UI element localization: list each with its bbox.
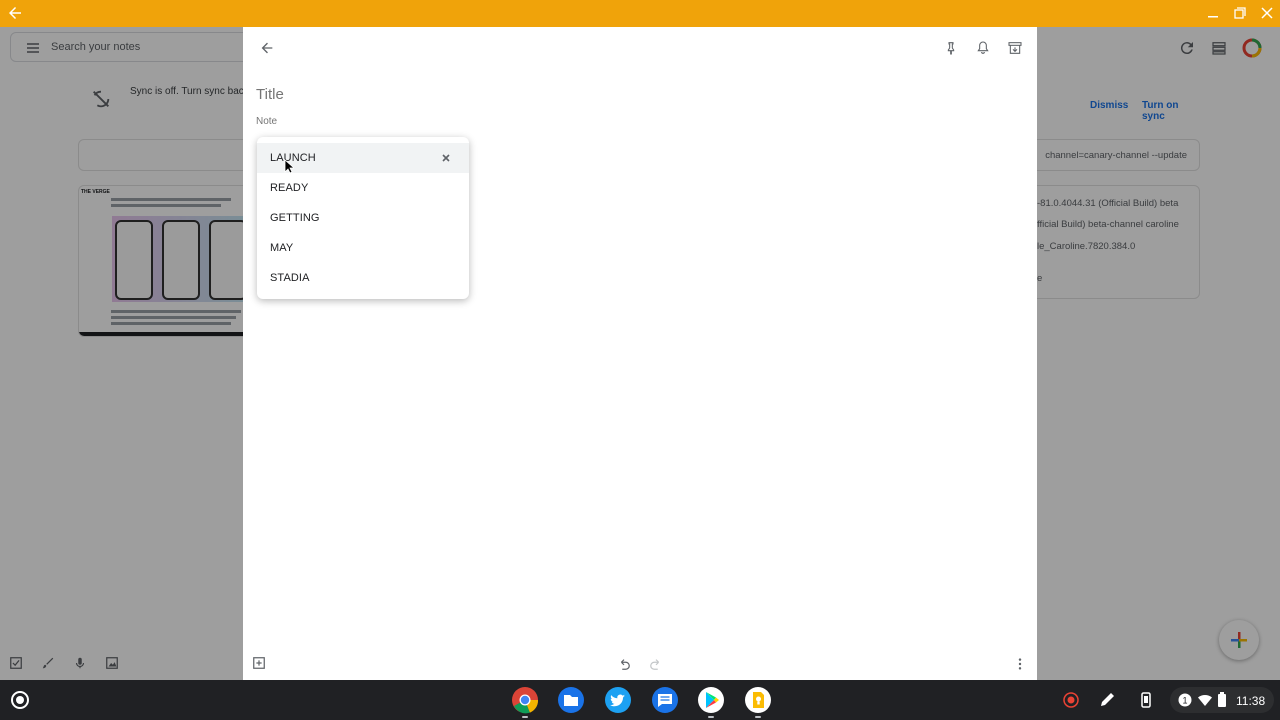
note-editor	[243, 27, 1037, 680]
suggestion-item[interactable]: GETTING	[257, 203, 469, 233]
add-box-icon[interactable]	[252, 656, 266, 670]
reminder-bell-icon[interactable]	[975, 40, 991, 56]
suggestion-item[interactable]: STADIA	[257, 263, 469, 293]
messages-icon[interactable]	[650, 685, 680, 715]
back-arrow-icon[interactable]	[259, 40, 275, 56]
redo-icon	[650, 659, 660, 670]
suggestion-item[interactable]: READY	[257, 173, 469, 203]
back-arrow-icon[interactable]	[6, 4, 24, 22]
close-icon[interactable]	[441, 153, 451, 163]
suggestion-label: GETTING	[270, 212, 320, 224]
archive-icon[interactable]	[1007, 40, 1023, 56]
play-store-icon[interactable]	[696, 685, 726, 715]
battery-icon	[1218, 692, 1226, 707]
undo-icon[interactable]	[617, 657, 631, 671]
mouse-cursor-icon	[284, 159, 294, 174]
phone-hub-icon[interactable]	[1137, 691, 1155, 709]
close-window-icon[interactable]	[1259, 5, 1275, 21]
title-input[interactable]	[256, 86, 1016, 103]
launcher-icon[interactable]	[11, 691, 29, 709]
svg-text:1: 1	[1182, 696, 1187, 706]
keep-icon[interactable]	[743, 685, 773, 715]
files-icon[interactable]	[556, 685, 586, 715]
restore-icon[interactable]	[1232, 5, 1248, 21]
stylus-icon[interactable]	[1098, 691, 1116, 709]
chrome-icon[interactable]	[510, 685, 540, 715]
screen-record-icon[interactable]	[1062, 691, 1080, 709]
running-indicator	[522, 716, 528, 718]
notification-count-icon: 1	[1178, 693, 1192, 707]
clock[interactable]: 11:38	[1236, 694, 1265, 708]
more-vert-icon[interactable]	[1013, 657, 1027, 671]
suggestion-label: MAY	[270, 242, 294, 254]
suggestion-label: READY	[270, 182, 309, 194]
running-indicator	[708, 716, 714, 718]
minimize-icon[interactable]	[1205, 5, 1221, 21]
suggestion-item[interactable]: MAY	[257, 233, 469, 263]
wifi-icon	[1198, 694, 1212, 706]
system-shelf: 1	[0, 680, 1280, 720]
window-titlebar	[0, 0, 1280, 27]
twitter-icon[interactable]	[603, 685, 633, 715]
suggestion-label: STADIA	[270, 272, 310, 284]
note-input[interactable]	[256, 116, 1016, 127]
pin-icon[interactable]	[943, 40, 959, 56]
running-indicator	[755, 716, 761, 718]
